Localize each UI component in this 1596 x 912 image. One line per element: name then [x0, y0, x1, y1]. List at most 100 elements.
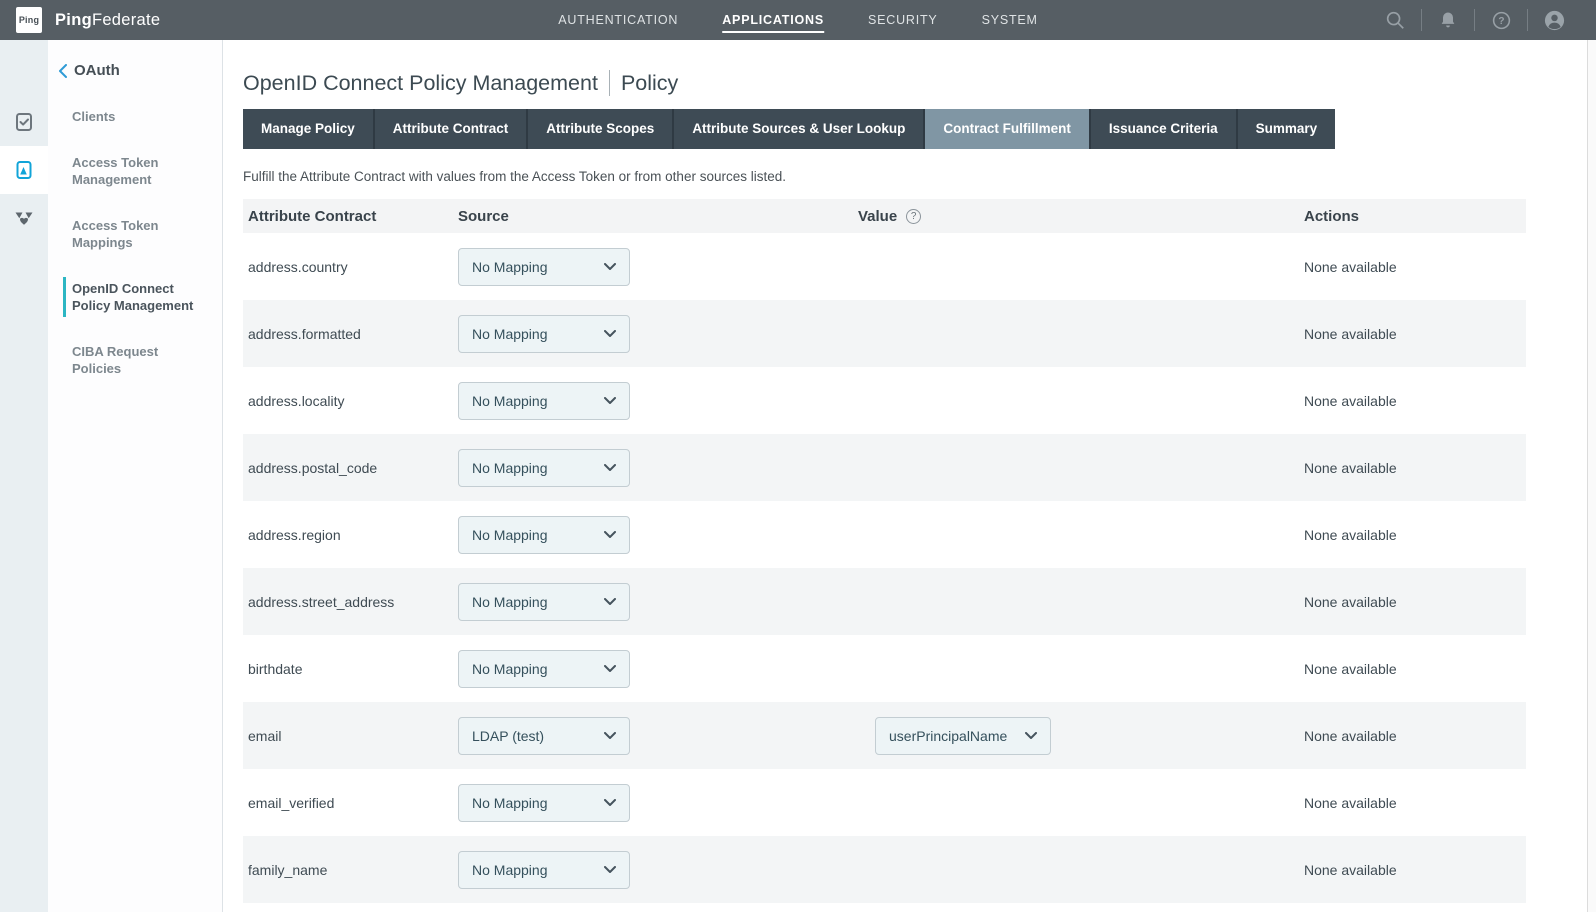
table-header-row: Attribute Contract Source Value ? Action…: [243, 199, 1526, 233]
user-avatar[interactable]: [1528, 0, 1580, 40]
dropdown-value: No Mapping: [472, 661, 548, 677]
table-row: family_name No Mapping None available: [243, 836, 1526, 903]
table-row: email_verified No Mapping None available: [243, 769, 1526, 836]
tab-summary[interactable]: Summary: [1236, 109, 1336, 149]
nav-item-system[interactable]: SYSTEM: [982, 0, 1038, 40]
header-icons: ?: [1369, 0, 1580, 40]
source-cell: No Mapping: [458, 248, 858, 286]
source-dropdown[interactable]: No Mapping: [458, 382, 630, 420]
sidebar-item-clients[interactable]: Clients: [48, 108, 222, 125]
nav-item-applications[interactable]: APPLICATIONS: [722, 0, 824, 40]
dropdown-value: LDAP (test): [472, 728, 544, 744]
sidebar-section-title: OAuth: [74, 62, 120, 79]
source-dropdown[interactable]: No Mapping: [458, 583, 630, 621]
attribute-contract-value: email: [243, 728, 458, 744]
sidebar-item-access-token-management[interactable]: Access Token Management: [48, 154, 222, 188]
brand-title: PingFederate: [55, 11, 160, 30]
value-dropdown[interactable]: userPrincipalName: [875, 717, 1051, 755]
top-nav: AUTHENTICATION APPLICATIONS SECURITY SYSTEM: [558, 0, 1038, 40]
source-dropdown[interactable]: No Mapping: [458, 851, 630, 889]
brand-light: Federate: [92, 11, 160, 29]
sidebar-back-oauth[interactable]: OAuth: [48, 62, 222, 79]
attribute-contract-value: family_name: [243, 862, 458, 878]
header-source: Source: [458, 208, 858, 225]
table-row: birthdate No Mapping None available: [243, 635, 1526, 702]
table-body: address.country No Mapping None availabl…: [243, 233, 1526, 903]
source-cell: No Mapping: [458, 382, 858, 420]
dropdown-value: No Mapping: [472, 862, 548, 878]
source-dropdown[interactable]: No Mapping: [458, 315, 630, 353]
attribute-contract-value: address.formatted: [243, 326, 458, 342]
header-value: Value ?: [858, 208, 1304, 225]
source-dropdown[interactable]: No Mapping: [458, 516, 630, 554]
nav-item-security[interactable]: SECURITY: [868, 0, 938, 40]
dropdown-value: No Mapping: [472, 795, 548, 811]
source-dropdown[interactable]: No Mapping: [458, 449, 630, 487]
chevron-down-icon: [604, 330, 616, 338]
tab-attribute-sources-user-lookup[interactable]: Attribute Sources & User Lookup: [672, 109, 923, 149]
page-description: Fulfill the Attribute Contract with valu…: [243, 169, 1596, 184]
sidebar-item-access-token-mappings[interactable]: Access Token Mappings: [48, 217, 222, 251]
table-row: email LDAP (test) userPrincipalName None…: [243, 702, 1526, 769]
notifications-bell-icon[interactable]: [1422, 0, 1474, 40]
dropdown-value: No Mapping: [472, 527, 548, 543]
ping-logo-text: Ping: [19, 15, 39, 25]
clients-check-icon[interactable]: [0, 98, 48, 146]
search-icon[interactable]: [1369, 0, 1421, 40]
chevron-down-icon: [1025, 732, 1037, 740]
svg-text:?: ?: [1498, 16, 1504, 27]
tab-attribute-contract[interactable]: Attribute Contract: [373, 109, 527, 149]
title-divider: [609, 70, 610, 96]
oauth-grants-icon[interactable]: [0, 194, 48, 242]
actions-value: None available: [1304, 393, 1526, 409]
nav-item-authentication[interactable]: AUTHENTICATION: [558, 0, 678, 40]
help-icon[interactable]: ?: [1475, 0, 1527, 40]
chevron-left-icon: [58, 64, 67, 78]
page-title-main: OpenID Connect Policy Management: [243, 71, 598, 96]
attribute-contract-value: address.country: [243, 259, 458, 275]
source-dropdown[interactable]: No Mapping: [458, 784, 630, 822]
brand-bold: Ping: [55, 11, 92, 29]
sidebar-item-ciba-request-policies[interactable]: CIBA Request Policies: [48, 343, 222, 377]
tab-issuance-criteria[interactable]: Issuance Criteria: [1089, 109, 1236, 149]
sidebar-items: Clients Access Token Management Access Tok…: [48, 108, 222, 377]
actions-value: None available: [1304, 460, 1526, 476]
tab-contract-fulfillment[interactable]: Contract Fulfillment: [923, 109, 1089, 149]
dropdown-value: No Mapping: [472, 460, 548, 476]
header-value-label: Value: [858, 208, 897, 225]
source-dropdown[interactable]: No Mapping: [458, 248, 630, 286]
tab-attribute-scopes[interactable]: Attribute Scopes: [526, 109, 672, 149]
dropdown-value: userPrincipalName: [889, 728, 1007, 744]
chevron-down-icon: [604, 598, 616, 606]
chevron-down-icon: [604, 665, 616, 673]
source-cell: No Mapping: [458, 851, 858, 889]
source-dropdown[interactable]: No Mapping: [458, 650, 630, 688]
value-help-icon[interactable]: ?: [906, 209, 921, 224]
table-row: address.formatted No Mapping None availa…: [243, 300, 1526, 367]
chevron-down-icon: [604, 263, 616, 271]
actions-value: None available: [1304, 527, 1526, 543]
access-token-icon[interactable]: [0, 146, 48, 194]
source-cell: No Mapping: [458, 583, 858, 621]
dropdown-value: No Mapping: [472, 326, 548, 342]
tab-manage-policy[interactable]: Manage Policy: [243, 109, 373, 149]
sidebar-icon-rail: [0, 40, 48, 912]
attribute-contract-value: address.street_address: [243, 594, 458, 610]
actions-value: None available: [1304, 728, 1526, 744]
attribute-contract-value: email_verified: [243, 795, 458, 811]
chevron-down-icon: [604, 531, 616, 539]
chevron-down-icon: [604, 464, 616, 472]
chevron-down-icon: [604, 866, 616, 874]
tab-bar: Manage PolicyAttribute ContractAttribute…: [243, 109, 1335, 149]
table-row: address.country No Mapping None availabl…: [243, 233, 1526, 300]
header-attribute-contract: Attribute Contract: [243, 208, 458, 225]
scrollbar-track[interactable]: [1587, 40, 1596, 912]
sidebar-item-openid-connect-policy-management[interactable]: OpenID Connect Policy Management: [48, 280, 222, 314]
chevron-down-icon: [604, 397, 616, 405]
contract-fulfillment-table: Attribute Contract Source Value ? Action…: [243, 199, 1526, 903]
dropdown-value: No Mapping: [472, 594, 548, 610]
chevron-down-icon: [604, 799, 616, 807]
page-title-sub: Policy: [621, 71, 678, 96]
attribute-contract-value: address.locality: [243, 393, 458, 409]
source-dropdown[interactable]: LDAP (test): [458, 717, 630, 755]
